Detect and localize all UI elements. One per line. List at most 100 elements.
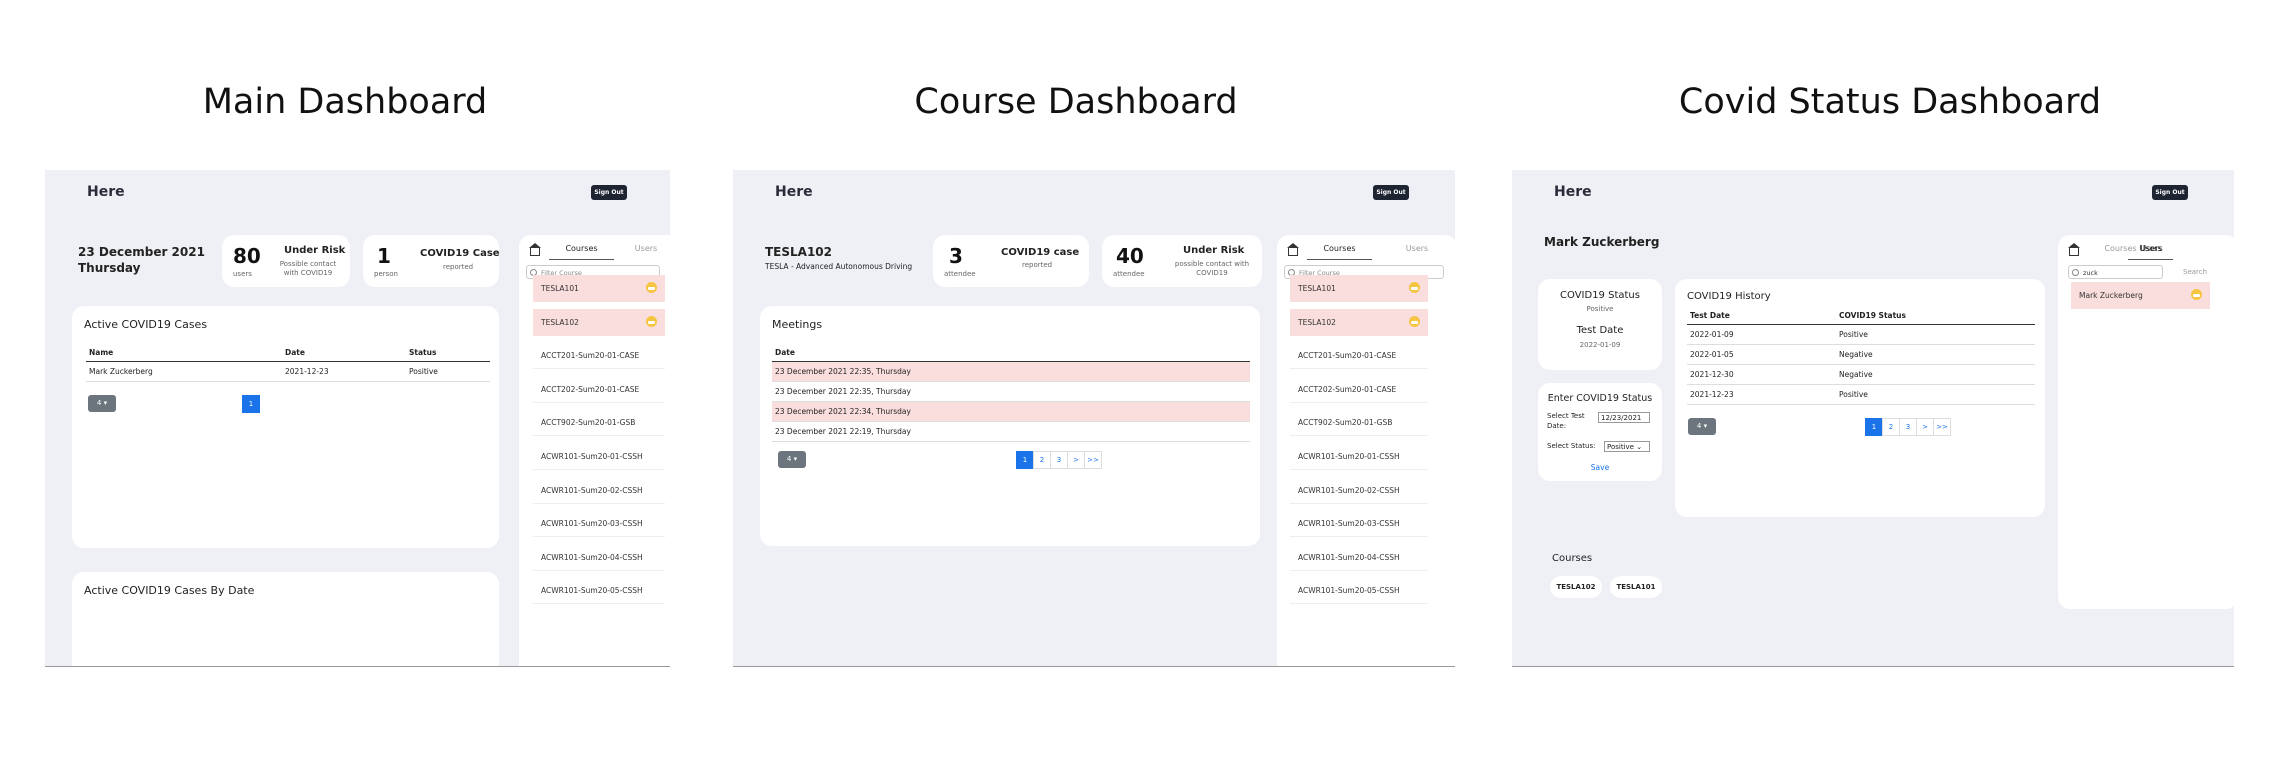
- page-button-3[interactable]: 3: [1899, 418, 1917, 436]
- col-test-date: Test Date: [1687, 307, 1836, 325]
- covid-case-unit: attendee: [944, 270, 976, 278]
- mask-face-icon: [646, 315, 657, 327]
- home-icon[interactable]: [1287, 243, 1299, 256]
- course-list-item[interactable]: ACCT202-Sum20-01-CASE: [1290, 376, 1428, 403]
- tab-users[interactable]: Users: [621, 244, 670, 253]
- tab-users[interactable]: Users: [1382, 244, 1452, 253]
- page-size-dropdown[interactable]: 4 ▾: [1688, 418, 1716, 435]
- course-list-item-label: ACWR101-Sum20-01-CSSH: [541, 452, 643, 461]
- covid-case-label: COVID19 Case: [420, 248, 500, 259]
- page-next-button[interactable]: >: [1916, 418, 1934, 436]
- course-list-item-label: ACWR101-Sum20-02-CSSH: [1298, 485, 1400, 495]
- course-list-item[interactable]: TESLA102: [533, 308, 665, 336]
- course-list-item-label: ACWR101-Sum20-04-CSSH: [1298, 552, 1400, 562]
- page-button-2[interactable]: 2: [1882, 418, 1900, 436]
- course-list-item[interactable]: ACWR101-Sum20-01-CSSH: [533, 443, 665, 470]
- page-next-button[interactable]: >: [1067, 451, 1085, 469]
- user-list-item[interactable]: Mark Zuckerberg: [2071, 282, 2210, 309]
- under-risk-card: 40 attendee Under Risk possible contact …: [1102, 235, 1262, 287]
- active-cases-title: Active COVID19 Cases: [84, 318, 208, 331]
- app-logo[interactable]: Here: [775, 184, 813, 200]
- course-list-item[interactable]: ACWR101-Sum20-04-CSSH: [533, 544, 665, 571]
- page-button-2[interactable]: 2: [1033, 451, 1051, 469]
- app-logo[interactable]: Here: [87, 184, 125, 200]
- table-row[interactable]: 23 December 2021 22:34, Thursday: [772, 401, 1250, 422]
- mask-face-icon: [646, 282, 657, 293]
- sign-out-button[interactable]: Sign Out: [2152, 185, 2188, 200]
- tab-courses[interactable]: Courses: [1307, 244, 1372, 253]
- under-risk-unit: users: [233, 270, 252, 278]
- course-list-item[interactable]: ACWR101-Sum20-02-CSSH: [533, 477, 665, 504]
- col-date: Date: [772, 344, 1250, 362]
- page-size-value: 4: [96, 399, 102, 407]
- test-date-input[interactable]: 12/23/2021: [1598, 412, 1650, 423]
- sign-out-button[interactable]: Sign Out: [591, 185, 627, 200]
- course-list-item-label: ACCT201-Sum20-01-CASE: [541, 351, 640, 361]
- page-last-button[interactable]: >>: [1084, 451, 1102, 469]
- course-list-item-label: ACCT902-Sum20-01-GSB: [541, 418, 636, 428]
- case-date: 2021-12-23: [282, 361, 406, 382]
- course-list-item[interactable]: TESLA102: [1290, 308, 1428, 336]
- covid-case-label: COVID19 case: [1001, 247, 1080, 258]
- under-risk-label: Under Risk: [284, 245, 346, 256]
- table-row[interactable]: 2021-12-30 Negative: [1687, 364, 2035, 385]
- table-row[interactable]: 2022-01-05 Negative: [1687, 344, 2035, 365]
- course-list-item-label: ACWR101-Sum20-05-CSSH: [541, 586, 643, 596]
- save-button[interactable]: Save: [1538, 463, 1662, 472]
- tab-courses[interactable]: Courses: [549, 244, 614, 253]
- history-date: 2022-01-05: [1687, 344, 1836, 365]
- table-row[interactable]: 2021-12-23 Positive: [1687, 384, 2035, 405]
- under-risk-unit: attendee: [1113, 270, 1145, 278]
- table-row[interactable]: Mark Zuckerberg 2021-12-23 Positive: [86, 361, 490, 382]
- course-list-item-label: ACWR101-Sum20-04-CSSH: [541, 552, 643, 562]
- tab-users[interactable]: Users: [2129, 244, 2174, 253]
- history-status: Positive: [1836, 324, 2035, 345]
- course-list-item[interactable]: ACWR101-Sum20-01-CSSH: [1290, 443, 1428, 470]
- table-row[interactable]: 2022-01-09 Positive: [1687, 324, 2035, 345]
- course-list-item-label: ACWR101-Sum20-03-CSSH: [541, 519, 643, 529]
- course-pill-tesla101[interactable]: TESLA101: [1610, 576, 1662, 598]
- course-list-item[interactable]: ACCT202-Sum20-01-CASE: [533, 376, 665, 403]
- course-list-item[interactable]: ACCT201-Sum20-01-CASE: [533, 342, 665, 370]
- page-size-dropdown[interactable]: 4 ▾: [778, 451, 806, 468]
- user-search-input[interactable]: zuck: [2068, 265, 2163, 279]
- status-select[interactable]: Positive ⌄: [1604, 441, 1650, 452]
- course-pill-tesla102[interactable]: TESLA102: [1550, 576, 1602, 598]
- course-list-item[interactable]: ACWR101-Sum20-05-CSSH: [1290, 577, 1428, 605]
- under-risk-label: Under Risk: [1183, 245, 1245, 256]
- course-list-item[interactable]: TESLA101: [533, 275, 665, 302]
- under-risk-desc: possible contact with COVID19: [1174, 260, 1250, 277]
- page-button-1[interactable]: 1: [242, 395, 260, 413]
- course-list-item[interactable]: TESLA101: [1290, 275, 1428, 302]
- course-list-item[interactable]: ACWR101-Sum20-04-CSSH: [1290, 544, 1428, 571]
- user-list-item-label: Mark Zuckerberg: [2079, 291, 2143, 300]
- table-row[interactable]: 23 December 2021 22:19, Thursday: [772, 421, 1250, 442]
- course-list-item-label: ACCT202-Sum20-01-CASE: [541, 384, 640, 394]
- history-status: Positive: [1836, 384, 2035, 405]
- current-date: 23 December 2021: [78, 245, 205, 259]
- page-button-3[interactable]: 3: [1050, 451, 1068, 469]
- page-size-dropdown[interactable]: 4 ▾: [88, 395, 116, 412]
- page-button-1[interactable]: 1: [1865, 418, 1883, 436]
- course-list-item[interactable]: ACCT902-Sum20-01-GSB: [1290, 409, 1428, 437]
- course-list-item[interactable]: ACCT902-Sum20-01-GSB: [533, 409, 665, 437]
- course-list-item[interactable]: ACWR101-Sum20-03-CSSH: [1290, 510, 1428, 538]
- under-risk-count: 40: [1116, 244, 1144, 268]
- home-icon[interactable]: [2068, 243, 2080, 256]
- test-date-title: Test Date: [1576, 325, 1624, 336]
- home-icon[interactable]: [529, 243, 541, 256]
- course-list-item[interactable]: ACWR101-Sum20-02-CSSH: [1290, 477, 1428, 504]
- course-list-item[interactable]: ACCT201-Sum20-01-CASE: [1290, 342, 1428, 370]
- page-button-1[interactable]: 1: [1016, 451, 1034, 469]
- panel-title-covid: Covid Status Dashboard: [1678, 82, 2102, 122]
- app-logo[interactable]: Here: [1554, 184, 1592, 200]
- covid-case-card: 3 attendee COVID19 case reported: [933, 235, 1089, 287]
- table-row[interactable]: 23 December 2021 22:35, Thursday: [772, 361, 1250, 382]
- course-list-item-label: ACCT202-Sum20-01-CASE: [1298, 384, 1397, 394]
- table-row[interactable]: 23 December 2021 22:35, Thursday: [772, 381, 1250, 402]
- page-last-button[interactable]: >>: [1933, 418, 1951, 436]
- user-search-button[interactable]: Search: [2183, 268, 2207, 276]
- course-list-item[interactable]: ACWR101-Sum20-05-CSSH: [533, 577, 665, 605]
- sign-out-button[interactable]: Sign Out: [1373, 185, 1409, 200]
- course-list-item[interactable]: ACWR101-Sum20-03-CSSH: [533, 510, 665, 538]
